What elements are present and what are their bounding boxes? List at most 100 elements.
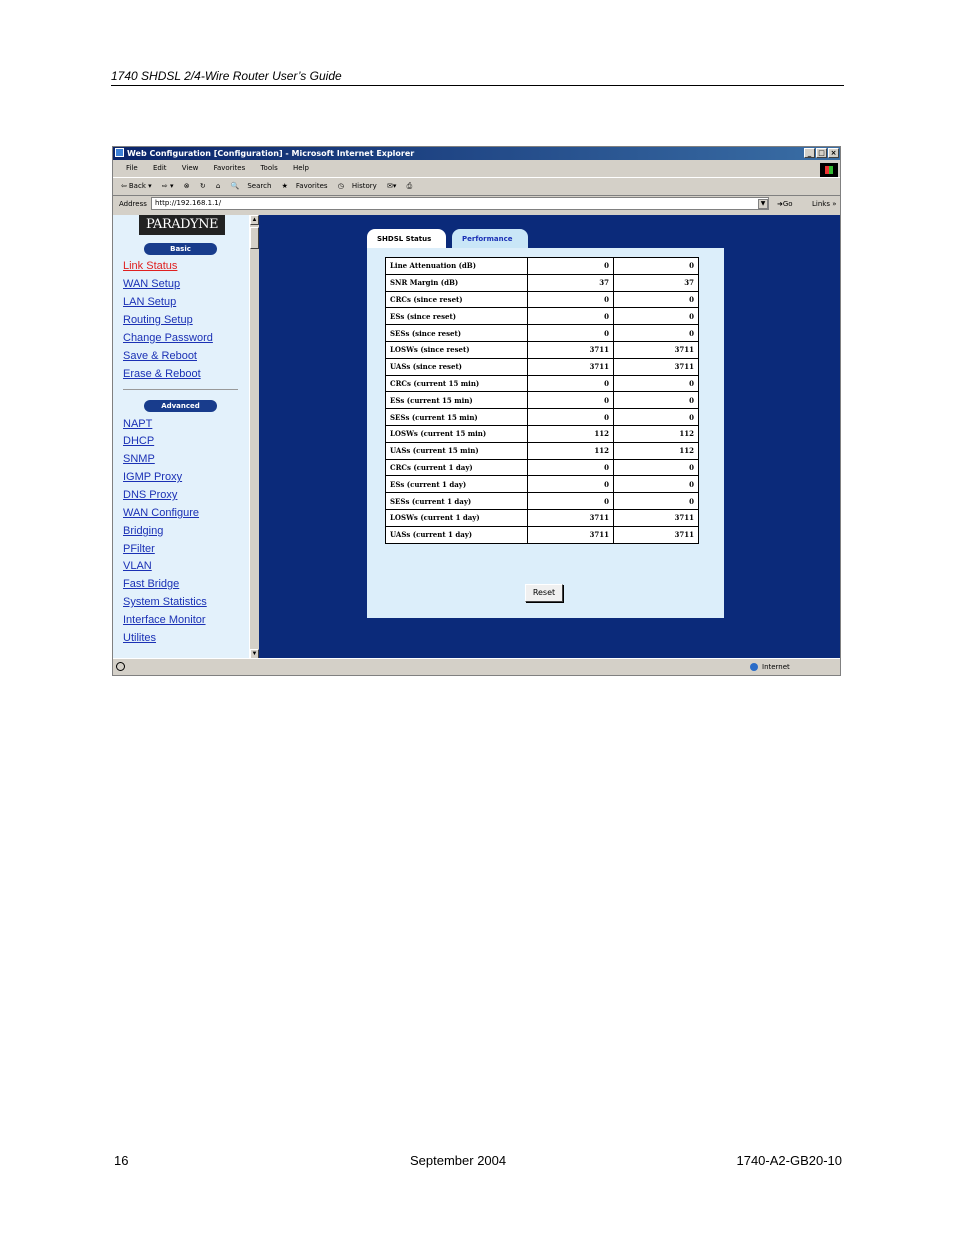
- metric-value-2: 0: [613, 374, 699, 393]
- metric-label: UASs (current 1 day): [385, 525, 528, 544]
- metric-value-2: 0: [613, 324, 699, 342]
- table-row: ESs (current 15 min) 0 0: [385, 391, 699, 410]
- metric-value-2: 0: [613, 408, 699, 426]
- nav-bridging[interactable]: Bridging: [123, 525, 163, 537]
- nav-dns-proxy[interactable]: DNS Proxy: [123, 489, 177, 501]
- ie-icon: [115, 148, 124, 157]
- nav-igmp-proxy[interactable]: IGMP Proxy: [123, 471, 182, 483]
- table-row: SESs (current 15 min) 0 0: [385, 408, 699, 426]
- nav-fast-bridge[interactable]: Fast Bridge: [123, 578, 179, 590]
- scroll-thumb[interactable]: [250, 227, 259, 249]
- metric-label: SESs (current 15 min): [385, 408, 528, 426]
- address-value: http://192.168.1.1/: [155, 199, 222, 207]
- address-dropdown-icon[interactable]: ▼: [758, 199, 768, 209]
- table-row: ESs (since reset) 0 0: [385, 307, 699, 326]
- refresh-icon[interactable]: ↻: [200, 182, 206, 190]
- footer-date: September 2004: [410, 1153, 507, 1168]
- metric-value-1: 3711: [527, 340, 614, 359]
- stop-icon[interactable]: ⊗: [184, 182, 190, 190]
- metric-value-1: 0: [527, 324, 614, 342]
- window-controls: _ □ ×: [804, 148, 839, 158]
- nav-link-status[interactable]: Link Status: [123, 260, 177, 272]
- nav-lan-setup[interactable]: LAN Setup: [123, 296, 176, 308]
- metric-value-2: 37: [613, 273, 699, 292]
- table-row: LOSWs (since reset) 3711 3711: [385, 340, 699, 359]
- metric-label: ESs (current 15 min): [385, 391, 528, 410]
- metric-value-2: 0: [613, 458, 699, 477]
- minimize-icon[interactable]: _: [804, 148, 815, 158]
- nav-vlan[interactable]: VLAN: [123, 560, 152, 572]
- performance-panel: Line Attenuation (dB) 0 0 SNR Margin (dB) 37…: [367, 248, 724, 618]
- nav-snmp[interactable]: SNMP: [123, 453, 155, 465]
- metric-label: CRCs (current 1 day): [385, 458, 528, 477]
- search-button[interactable]: 🔍 Search: [231, 182, 272, 190]
- history-button[interactable]: ◷ History: [338, 182, 377, 190]
- menu-help[interactable]: Help: [293, 164, 309, 172]
- browser-window: Web Configuration [Configuration] - Micr…: [112, 146, 841, 676]
- metric-value-1: 37: [527, 273, 614, 292]
- page-status-icon: [116, 662, 125, 671]
- menu-view[interactable]: View: [182, 164, 199, 172]
- table-row: LOSWs (current 15 min) 112 112: [385, 424, 699, 443]
- nav-system-statistics[interactable]: System Statistics: [123, 596, 207, 608]
- metric-value-2: 112: [613, 441, 699, 460]
- table-row: UASs (current 15 min) 112 112: [385, 441, 699, 460]
- reset-button[interactable]: Reset: [525, 584, 563, 602]
- nav-napt[interactable]: NAPT: [123, 418, 152, 430]
- home-icon[interactable]: ⌂: [216, 182, 220, 190]
- performance-table: Line Attenuation (dB) 0 0 SNR Margin (dB) 37…: [385, 257, 699, 544]
- paradyne-logo: PARADYNE: [139, 215, 225, 235]
- go-button[interactable]: ➜Go: [777, 195, 793, 213]
- nav-scrollbar[interactable]: ▲ ▼: [249, 215, 259, 659]
- metric-value-2: 112: [613, 424, 699, 443]
- page-number: 16: [114, 1153, 129, 1168]
- nav-save-reboot[interactable]: Save & Reboot: [123, 350, 197, 362]
- table-row: UASs (since reset) 3711 3711: [385, 357, 699, 376]
- back-button[interactable]: ⇦ Back ▾: [121, 182, 152, 190]
- menu-favorites[interactable]: Favorites: [214, 164, 246, 172]
- nav-interface-monitor[interactable]: Interface Monitor: [123, 614, 206, 626]
- metric-value-2: 3711: [613, 525, 699, 544]
- metric-label: LOSWs (current 15 min): [385, 424, 528, 443]
- tab-shdsl-status[interactable]: SHDSL Status: [367, 229, 446, 249]
- metric-label: CRCs (since reset): [385, 290, 528, 309]
- address-input[interactable]: http://192.168.1.1/ ▼: [151, 197, 769, 210]
- metric-label: UASs (since reset): [385, 357, 528, 376]
- nav-divider: [123, 389, 238, 390]
- print-icon[interactable]: ⎙: [407, 182, 413, 190]
- status-bar: Internet: [113, 658, 840, 675]
- metric-value-1: 0: [527, 374, 614, 393]
- metric-label: LOSWs (since reset): [385, 340, 528, 359]
- close-icon[interactable]: ×: [828, 148, 839, 158]
- mail-icon[interactable]: ✉▾: [387, 182, 396, 190]
- favorites-button[interactable]: ★ Favorites: [282, 182, 328, 190]
- address-label: Address: [119, 200, 147, 208]
- table-row: SESs (since reset) 0 0: [385, 324, 699, 342]
- menu-tools[interactable]: Tools: [260, 164, 277, 172]
- nav-erase-reboot[interactable]: Erase & Reboot: [123, 368, 201, 380]
- metric-value-1: 0: [527, 290, 614, 309]
- metric-value-1: 0: [527, 492, 614, 510]
- menu-file[interactable]: File: [126, 164, 138, 172]
- nav-wan-setup[interactable]: WAN Setup: [123, 278, 180, 290]
- nav-wan-configure[interactable]: WAN Configure: [123, 507, 199, 519]
- tab-performance[interactable]: Performance: [452, 229, 528, 249]
- metric-value-1: 0: [527, 408, 614, 426]
- links-button[interactable]: Links »: [812, 195, 837, 213]
- menu-edit[interactable]: Edit: [153, 164, 167, 172]
- maximize-icon[interactable]: □: [816, 148, 827, 158]
- main-frame: SHDSL Status Performance Line Attenuatio…: [259, 215, 840, 659]
- scroll-up-icon[interactable]: ▲: [250, 215, 259, 225]
- nav-dhcp[interactable]: DHCP: [123, 435, 154, 447]
- nav-change-password[interactable]: Change Password: [123, 332, 213, 344]
- nav-pfilter[interactable]: PFilter: [123, 543, 155, 555]
- metric-value-2: 0: [613, 391, 699, 410]
- metric-value-1: 112: [527, 424, 614, 443]
- table-row: SESs (current 1 day) 0 0: [385, 492, 699, 510]
- basic-header: Basic: [144, 243, 217, 255]
- metric-value-2: 3711: [613, 357, 699, 376]
- forward-button[interactable]: ⇨ ▾: [162, 182, 174, 190]
- nav-utilites[interactable]: Utilites: [123, 632, 156, 644]
- address-bar: Address http://192.168.1.1/ ▼ ➜Go Links …: [113, 195, 840, 213]
- nav-routing-setup[interactable]: Routing Setup: [123, 314, 193, 326]
